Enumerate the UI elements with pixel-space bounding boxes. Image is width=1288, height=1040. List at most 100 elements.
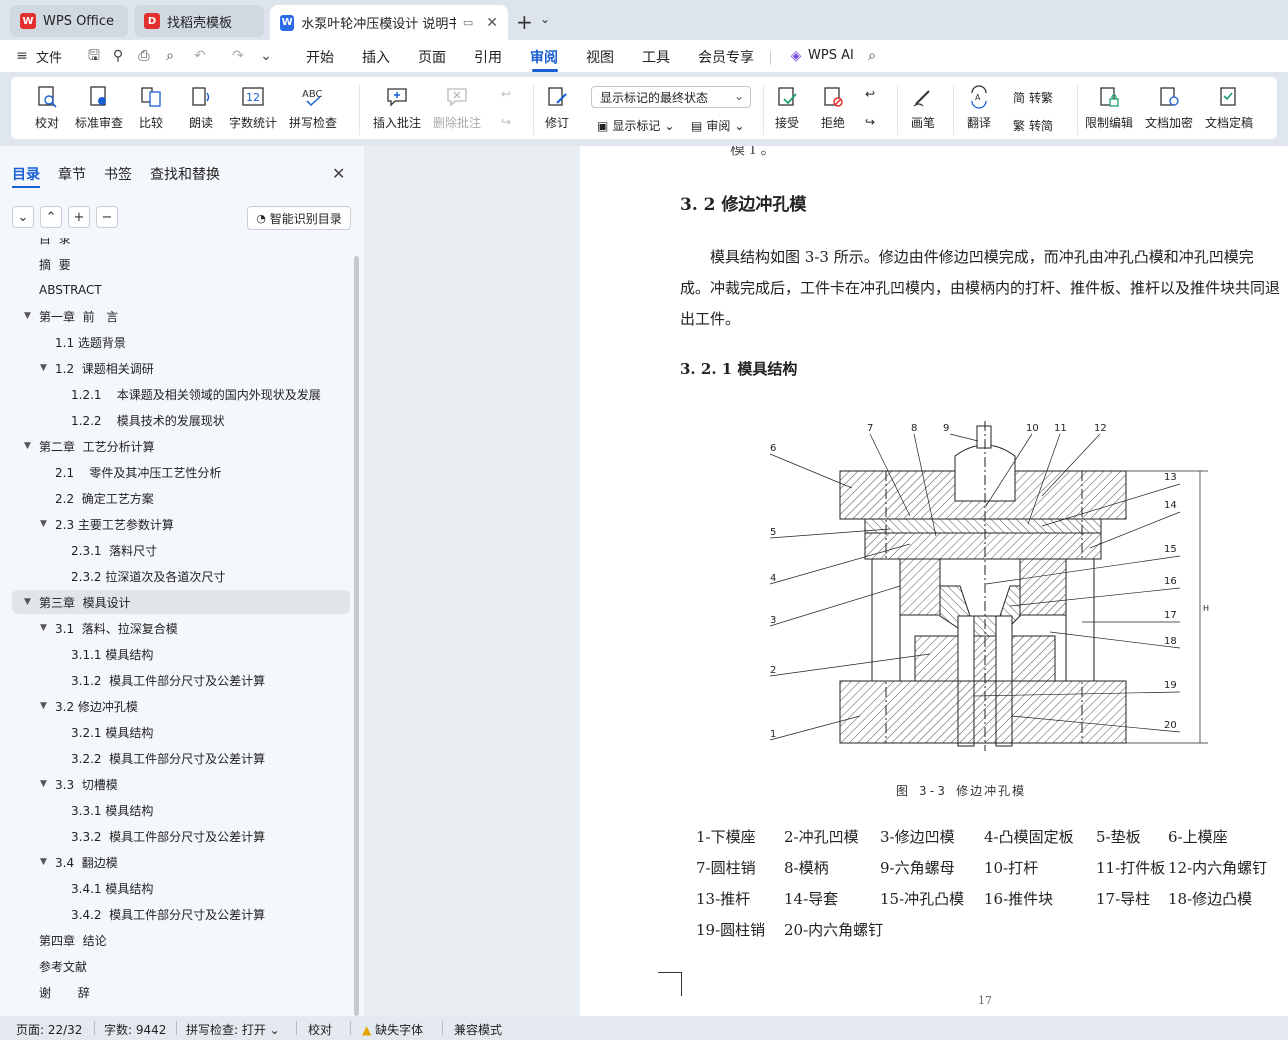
menu-insert[interactable]: 插入 [362, 47, 390, 67]
toc-item[interactable]: 3.4.2 模具工件部分尺寸及公差计算 [12, 902, 350, 926]
add-heading-button[interactable]: + [68, 206, 90, 228]
toc-item[interactable]: ABSTRACT [12, 278, 350, 302]
tab-bookmarks[interactable]: 书签 [104, 164, 132, 184]
toc-item[interactable]: 2.3.2 拉深道次及各道次尺寸 [12, 564, 350, 588]
word-count-button[interactable]: 12 字数统计 [229, 83, 277, 131]
menu-tools[interactable]: 工具 [642, 47, 670, 67]
word-count-status[interactable]: 字数: 9442 [104, 1021, 166, 1038]
remove-heading-button[interactable]: − [96, 206, 118, 228]
reject-button[interactable]: 拒绝 [819, 83, 847, 131]
menu-member[interactable]: 会员专享 [698, 47, 754, 67]
menu-reference[interactable]: 引用 [474, 47, 502, 67]
chevron-down-icon[interactable]: ⌄ [540, 12, 550, 26]
expand-toggle-icon[interactable]: ▼ [40, 623, 47, 633]
hamburger-icon[interactable]: ≡ [14, 48, 30, 64]
revise-button[interactable]: 修订 [543, 83, 571, 131]
scrollbar[interactable] [354, 256, 359, 1016]
page-indicator[interactable]: 页面: 22/32 [16, 1021, 82, 1038]
expand-toggle-icon[interactable]: ▼ [40, 857, 47, 867]
delete-comment-button[interactable]: 删除批注 [433, 83, 481, 131]
close-icon[interactable]: ✕ [486, 15, 498, 31]
expand-toggle-icon[interactable]: ▼ [40, 779, 47, 789]
toc-item[interactable]: ▼ 2.3 主要工艺参数计算 [12, 512, 350, 536]
accept-button[interactable]: 接受 [773, 83, 801, 131]
toc-item[interactable]: 2.1 零件及其冲压工艺性分析 [12, 460, 350, 484]
toc-item[interactable]: ▼ 1.2 课题相关调研 [12, 356, 350, 380]
toc-item[interactable]: 参考文献 [12, 954, 350, 978]
chevron-down-icon[interactable]: ⌄ [258, 48, 274, 64]
display-state-select[interactable]: 显示标记的最终状态 ⌄ [591, 86, 751, 108]
expand-up-button[interactable]: ⌃ [40, 206, 62, 228]
toc-item[interactable]: ▼ 3.3 切槽模 [12, 772, 350, 796]
new-tab-icon[interactable]: + [516, 10, 533, 34]
tab-chapters[interactable]: 章节 [58, 164, 86, 184]
smart-toc-button[interactable]: ◔ 智能识别目录 [247, 206, 351, 230]
proofread-button[interactable]: 校对 [33, 83, 61, 131]
to-simplified-button[interactable]: 繁转简 [1013, 117, 1053, 134]
review-pane-button[interactable]: ▤ 审阅 ⌄ [691, 117, 744, 134]
expand-toggle-icon[interactable]: ▼ [24, 441, 31, 451]
menu-page[interactable]: 页面 [418, 47, 446, 67]
toc-item[interactable]: 3.1.1 模具结构 [12, 642, 350, 666]
translate-button[interactable]: A 翻译 [965, 83, 993, 131]
toc-item[interactable]: 2.3.1 落料尺寸 [12, 538, 350, 562]
expand-toggle-icon[interactable]: ▼ [40, 519, 47, 529]
missing-font-status[interactable]: ▲ 缺失字体 [362, 1021, 423, 1038]
collapse-all-button[interactable]: ⌄ [12, 206, 34, 228]
toc-item[interactable]: ▼ 3.2 修边冲孔模 [12, 694, 350, 718]
toc-item[interactable]: 3.3.1 模具结构 [12, 798, 350, 822]
tab-docer[interactable]: D 找稻壳模板 [134, 5, 264, 37]
toc-item[interactable]: 1.2.2 模具技术的发展现状 [12, 408, 350, 432]
tab-wps-office[interactable]: W WPS Office [10, 5, 128, 37]
search-icon[interactable]: ⌕ [864, 48, 880, 64]
menu-wps-ai[interactable]: WPS AI [808, 48, 854, 63]
encrypt-button[interactable]: 文档加密 [1145, 83, 1193, 131]
to-traditional-button[interactable]: 简转繁 [1013, 89, 1053, 106]
toc-item[interactable]: 3.2.2 模具工件部分尺寸及公差计算 [12, 746, 350, 770]
compare-button[interactable]: 比较 [137, 83, 165, 131]
toc-item[interactable]: 3.1.2 模具工件部分尺寸及公差计算 [12, 668, 350, 692]
tab-find-replace[interactable]: 查找和替换 [150, 164, 220, 184]
toc-item[interactable]: ▼ 第三章 模具设计 [12, 590, 350, 614]
toc-item[interactable]: 1.1 选题背景 [12, 330, 350, 354]
expand-toggle-icon[interactable]: ▼ [40, 701, 47, 711]
insert-comment-button[interactable]: 插入批注 [373, 83, 421, 131]
pen-button[interactable]: 画笔 [909, 83, 937, 131]
prev-revision-icon[interactable]: ↩ [865, 87, 875, 101]
toc-item[interactable]: ▼ 3.1 落料、拉深复合模 [12, 616, 350, 640]
finalize-button[interactable]: 文档定稿 [1205, 83, 1253, 131]
menu-view[interactable]: 视图 [586, 47, 614, 67]
toc-item[interactable]: 谢 辞 [12, 980, 350, 1004]
menu-review[interactable]: 审阅 [530, 47, 558, 67]
spell-check-button[interactable]: ABC 拼写检查 [289, 83, 337, 131]
expand-toggle-icon[interactable]: ▼ [40, 363, 47, 373]
show-markup-button[interactable]: ▣ 显示标记 ⌄ [597, 117, 674, 134]
toc-item[interactable]: 第四章 结论 [12, 928, 350, 952]
toc-item[interactable]: 3.2.1 模具结构 [12, 720, 350, 744]
print-preview-icon[interactable]: ⌕ [162, 48, 178, 64]
file-menu[interactable]: 文件 [36, 47, 62, 66]
read-aloud-button[interactable]: 朗读 [187, 83, 215, 131]
wps-ai-icon[interactable]: ◈ [788, 48, 804, 64]
undo-icon[interactable]: ↶ [192, 48, 208, 64]
toc-item[interactable]: 3.3.2 模具工件部分尺寸及公差计算 [12, 824, 350, 848]
restrict-edit-button[interactable]: 限制编辑 [1085, 83, 1133, 131]
toc-item[interactable]: 2.2 确定工艺方案 [12, 486, 350, 510]
print-icon[interactable]: ⎙ [136, 48, 152, 64]
tab-toc[interactable]: 目录 [12, 164, 40, 184]
proof-status[interactable]: 校对 [308, 1021, 332, 1038]
redo-icon[interactable]: ↷ [230, 48, 246, 64]
expand-toggle-icon[interactable]: ▼ [24, 311, 31, 321]
toc-item[interactable]: ▼ 第一章 前 言 [12, 304, 350, 328]
screen-icon[interactable]: ▭ [463, 16, 473, 29]
next-comment-icon[interactable]: ↪ [501, 115, 511, 129]
tab-document[interactable]: W 水泵叶轮冲压模设计 说明书（ ▭ ✕ [270, 5, 508, 40]
standard-review-button[interactable]: 标准审查 [75, 83, 123, 131]
next-revision-icon[interactable]: ↪ [865, 115, 875, 129]
link-icon[interactable]: ⚲ [110, 48, 126, 64]
save-icon[interactable]: 🖫 [86, 48, 102, 64]
menu-start[interactable]: 开始 [306, 47, 334, 67]
toc-item[interactable]: ▼ 第二章 工艺分析计算 [12, 434, 350, 458]
spell-check-status[interactable]: 拼写检查: 打开 ⌄ [186, 1021, 280, 1038]
toc-item[interactable]: 1.2.1 本课题及相关领域的国内外现状及发展 [12, 382, 350, 406]
